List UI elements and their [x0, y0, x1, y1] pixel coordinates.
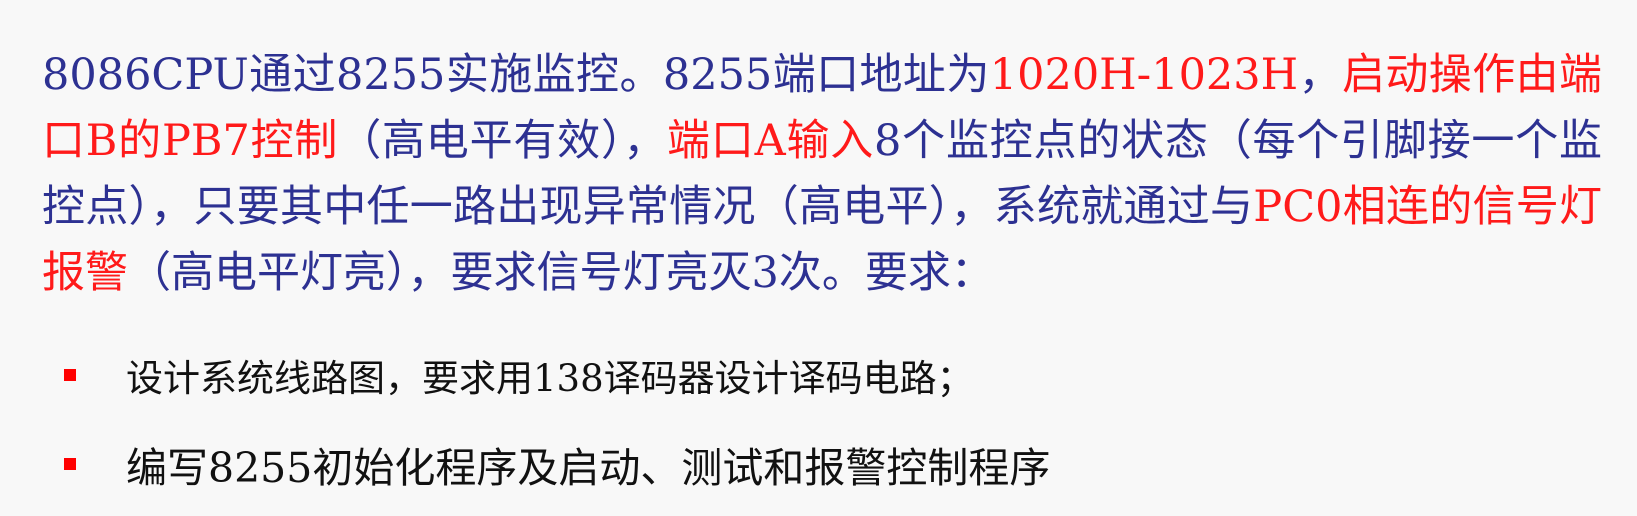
square-bullet-icon	[64, 458, 76, 470]
statement-text: 8086CPU通过8255实施监控。8255端口地址为	[42, 50, 990, 100]
port-address-range: 1020H-1023H	[989, 50, 1299, 100]
square-bullet-icon	[64, 369, 76, 381]
requirement-text: 设计系统线路图，要求用138译码器设计译码电路；	[126, 357, 974, 400]
requirement-text: 编写8255初始化程序及启动、测试和报警控制程序	[126, 444, 1051, 492]
port-a-input-note: 端口A输入	[667, 116, 875, 166]
statement-text: ，	[1298, 50, 1342, 100]
list-item: 编写8255初始化程序及启动、测试和报警控制程序	[64, 428, 1564, 500]
statement-text: （高电平有效），	[338, 116, 668, 166]
requirements-list: 设计系统线路图，要求用138译码器设计译码电路； 编写8255初始化程序及启动、…	[64, 342, 1564, 500]
statement-text: （高电平灯亮），要求信号灯亮灭3次。要求：	[128, 248, 994, 298]
list-item: 设计系统线路图，要求用138译码器设计译码电路；	[64, 342, 1564, 408]
problem-statement: 8086CPU通过8255实施监控。8255端口地址为1020H-1023H，启…	[42, 42, 1602, 306]
